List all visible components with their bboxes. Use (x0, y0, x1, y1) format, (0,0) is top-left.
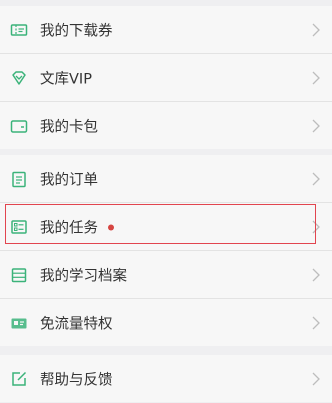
wallet-icon (10, 119, 28, 133)
menu-group-activity: 我的订单 我的任务 我的学习档案 免流量特权 (0, 155, 332, 346)
menu-item-label: 我的卡包 (40, 119, 98, 135)
diamond-icon (12, 70, 26, 85)
task-list-icon (11, 219, 27, 234)
archive-icon (11, 267, 27, 282)
menu-item-download-coupons[interactable]: 我的下载券 (0, 6, 332, 54)
menu-group-support: 帮助与反馈 (0, 355, 332, 402)
data-card-icon (11, 318, 27, 328)
clipboard-icon (12, 171, 26, 187)
menu-item-label: 我的下载券 (40, 23, 113, 39)
menu-item-label: 我的学习档案 (40, 268, 127, 284)
chevron-right-icon (312, 71, 320, 84)
menu-item-card-wallet[interactable]: 我的卡包 (0, 102, 332, 149)
edit-icon (12, 371, 27, 386)
menu-item-label: 帮助与反馈 (40, 372, 113, 388)
menu-item-free-data[interactable]: 免流量特权 (0, 299, 332, 346)
chevron-right-icon (312, 172, 320, 185)
chevron-right-icon (312, 372, 320, 385)
menu-item-orders[interactable]: 我的订单 (0, 155, 332, 203)
chevron-right-icon (312, 23, 320, 36)
menu-item-label: 我的订单 (40, 172, 98, 188)
chevron-right-icon (312, 316, 320, 329)
menu-item-tasks[interactable]: 我的任务 (0, 203, 332, 251)
notification-dot (108, 224, 114, 230)
menu-item-help-feedback[interactable]: 帮助与反馈 (0, 355, 332, 402)
chevron-right-icon (312, 220, 320, 233)
ticket-icon (10, 23, 28, 36)
menu-item-study-records[interactable]: 我的学习档案 (0, 251, 332, 299)
chevron-right-icon (312, 268, 320, 281)
menu-item-label: 免流量特权 (40, 316, 113, 332)
chevron-right-icon (312, 119, 320, 132)
menu-item-label: 我的任务 (40, 216, 114, 237)
menu-group-account: 我的下载券 文库VIP 我的卡包 (0, 6, 332, 149)
menu-item-label: 文库VIP (40, 71, 92, 87)
menu-item-vip[interactable]: 文库VIP (0, 54, 332, 102)
